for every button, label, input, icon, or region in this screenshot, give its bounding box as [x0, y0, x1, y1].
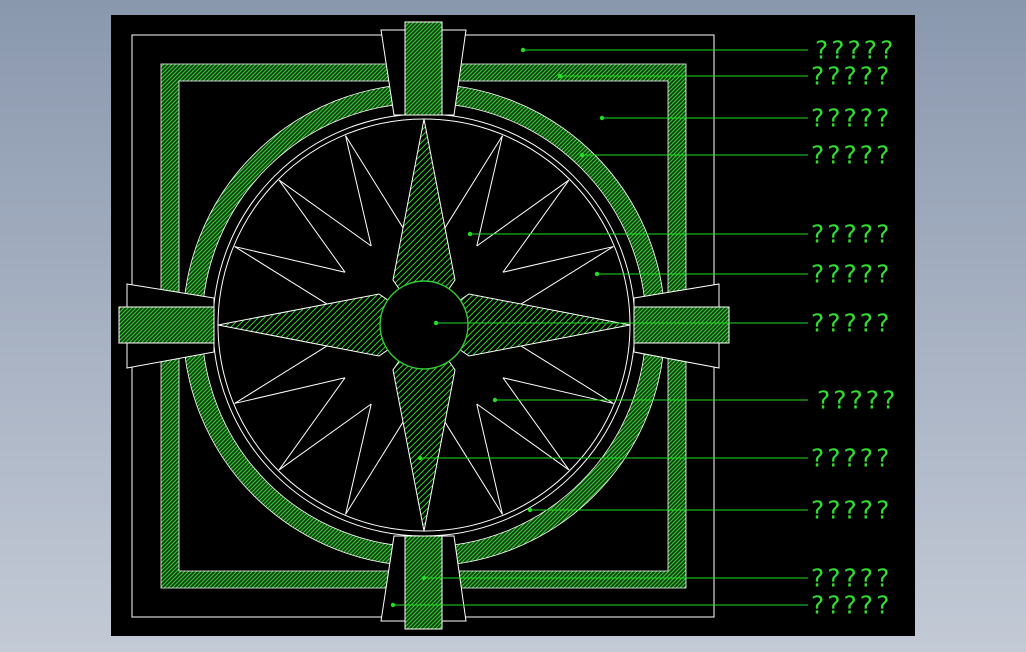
leader-dot [579, 152, 585, 158]
leader-dot [433, 320, 439, 326]
left-block [118, 306, 215, 344]
callout-label: ????? [811, 103, 893, 133]
callout-label: ????? [811, 140, 893, 170]
callout-label: ????? [811, 308, 893, 338]
leader-dot [594, 271, 600, 277]
callout-label: ????? [817, 385, 899, 415]
drawing-canvas: ????? ????? ????? ????? ????? ????? ????… [111, 15, 915, 636]
bottom-block [404, 535, 443, 630]
leader-dot [467, 231, 473, 237]
leader-dot [492, 397, 498, 403]
callout-label: ????? [811, 219, 893, 249]
leader-dot [421, 575, 427, 581]
callout-label: ????? [811, 443, 893, 473]
right-block [633, 306, 730, 344]
callout-label: ????? [811, 495, 893, 525]
leader-dot [599, 115, 605, 121]
leader-dot [557, 73, 563, 79]
callout-label: ????? [815, 35, 897, 65]
leader-dot [417, 455, 423, 461]
leader-dot [527, 507, 533, 513]
leader-dot [390, 602, 396, 608]
callout-label: ????? [811, 259, 893, 289]
leader-dot [520, 47, 526, 53]
compass-rose-drawing [118, 21, 808, 630]
center-circle [379, 280, 469, 370]
callout-label: ????? [811, 61, 893, 91]
callout-label: ????? [811, 590, 893, 620]
callout-label: ????? [811, 563, 893, 593]
top-block [404, 21, 443, 116]
